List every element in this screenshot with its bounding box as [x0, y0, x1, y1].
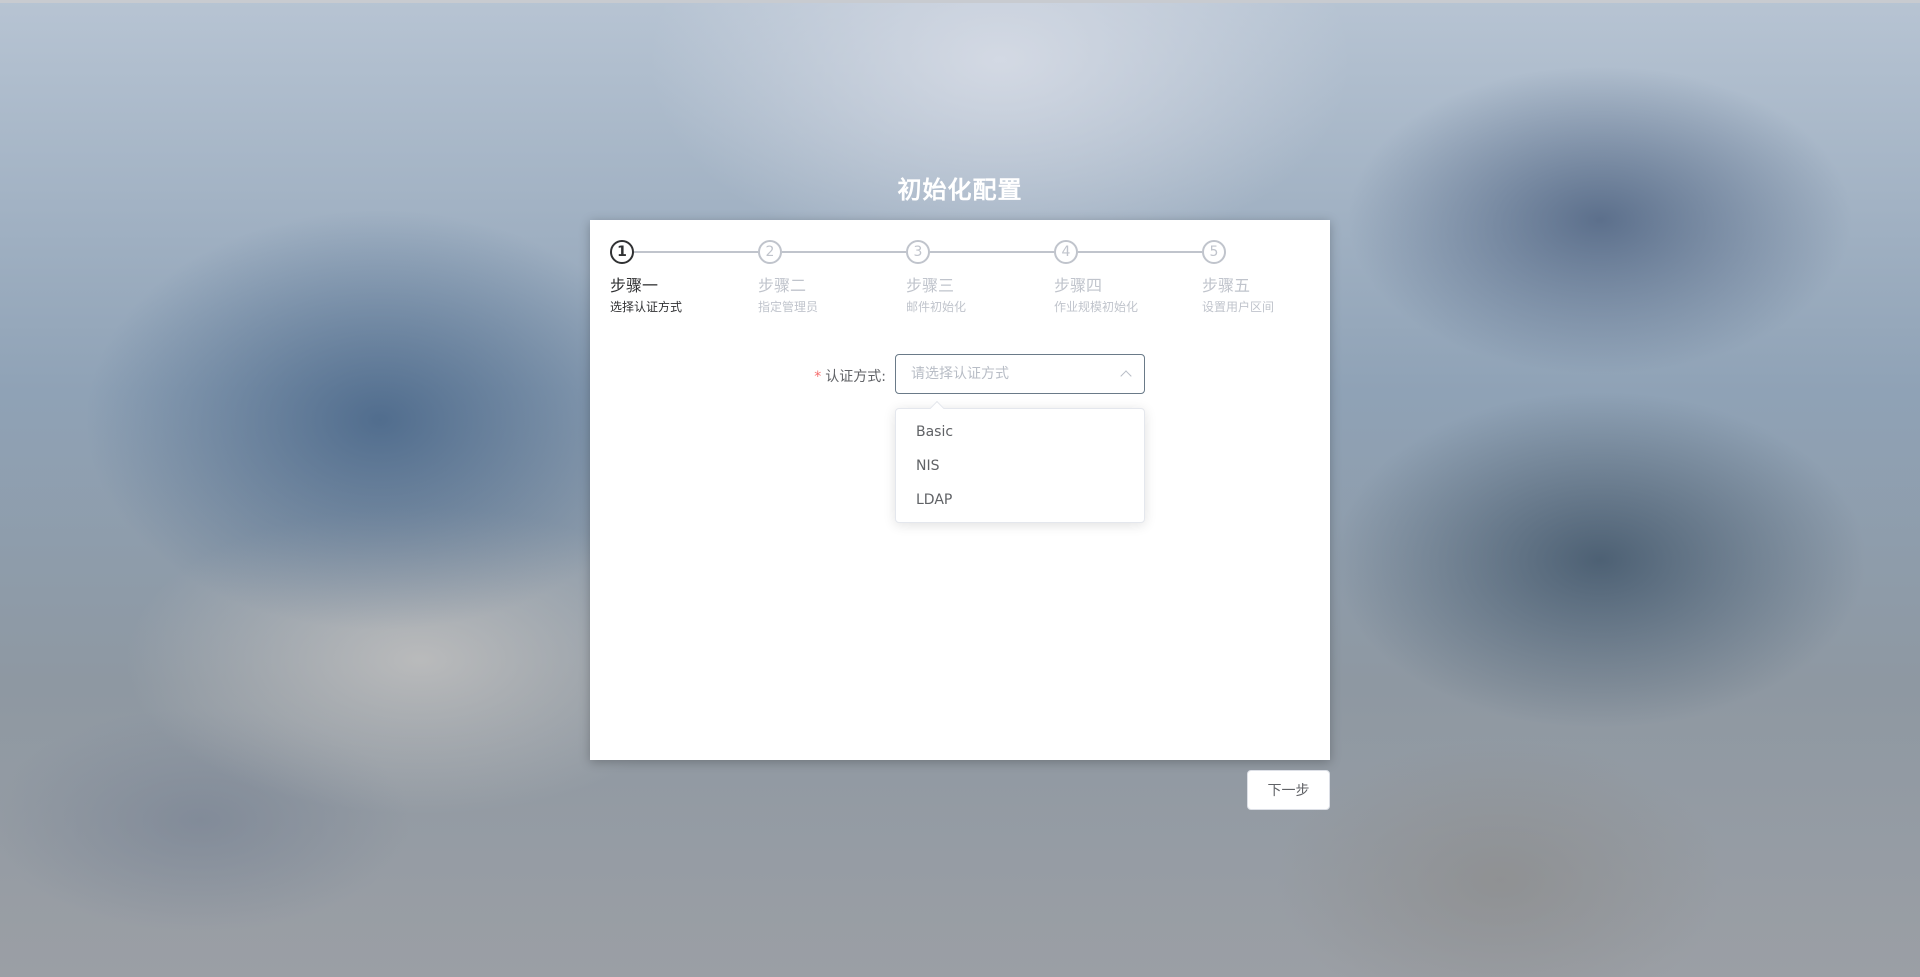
dropdown-pointer — [929, 400, 945, 416]
step-description: 设置用户区间 — [1202, 300, 1275, 314]
steps-bar: 1 步骤一 选择认证方式 2 步骤二 指定管理员 3 步骤三 邮件初始化 4 步… — [610, 240, 1320, 320]
step-title: 步骤三 — [906, 276, 955, 295]
required-mark: * — [814, 369, 822, 385]
step-number-icon: 1 — [610, 240, 634, 264]
step-connector — [634, 251, 758, 253]
step-connector — [930, 251, 1054, 253]
step-title: 步骤四 — [1054, 276, 1103, 295]
step-number-icon: 3 — [906, 240, 930, 264]
top-border — [0, 0, 1920, 3]
step-number-icon: 4 — [1054, 240, 1078, 264]
next-step-button[interactable]: 下一步 — [1247, 770, 1330, 810]
step-title: 步骤一 — [610, 276, 659, 295]
step-number-icon: 5 — [1202, 240, 1226, 264]
step-description: 选择认证方式 — [610, 300, 683, 314]
step-connector — [782, 251, 906, 253]
auth-method-dropdown: Basic NIS LDAP — [895, 400, 1145, 523]
option-ldap[interactable]: LDAP — [896, 483, 1144, 517]
option-basic[interactable]: Basic — [896, 415, 1144, 449]
auth-method-input[interactable] — [896, 355, 1144, 393]
config-card: 1 步骤一 选择认证方式 2 步骤二 指定管理员 3 步骤三 邮件初始化 4 步… — [590, 220, 1330, 760]
auth-method-label-text: 认证方式: — [825, 369, 886, 385]
step-title: 步骤二 — [758, 276, 807, 295]
step-description: 邮件初始化 — [906, 300, 967, 314]
step-connector — [1078, 251, 1202, 253]
option-nis[interactable]: NIS — [896, 449, 1144, 483]
step-title: 步骤五 — [1202, 276, 1251, 295]
auth-method-select[interactable] — [895, 354, 1145, 394]
step-description: 作业规模初始化 — [1054, 300, 1139, 314]
auth-method-label: * 认证方式: — [802, 366, 886, 386]
step-description: 指定管理员 — [758, 300, 819, 314]
page-title: 初始化配置 — [897, 176, 1023, 204]
step-number-icon: 2 — [758, 240, 782, 264]
